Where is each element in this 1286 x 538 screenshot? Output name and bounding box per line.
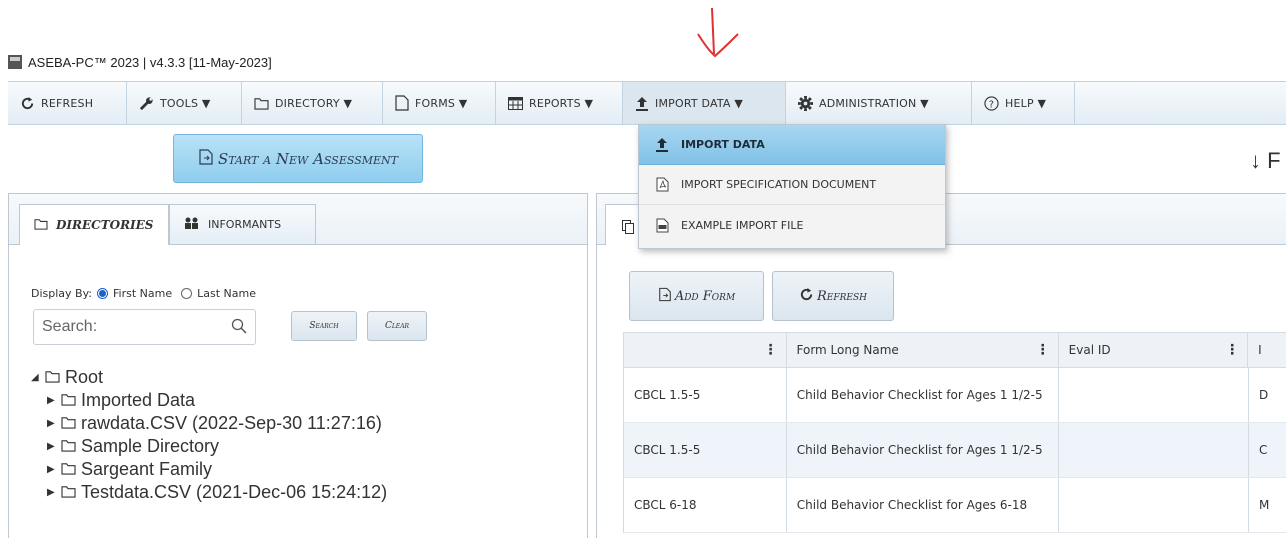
directories-panel: DIRECTORIES INFORMANTS Display By: First…	[8, 193, 588, 538]
collapsed-triangle-icon: ▶	[47, 464, 55, 475]
table-cell: CBCL 6-18	[624, 478, 787, 532]
menu-help[interactable]: ? HELP ▼	[972, 82, 1075, 124]
folder-icon	[34, 218, 48, 233]
search-button[interactable]: Search	[291, 311, 357, 341]
csv-icon	[655, 218, 669, 232]
import-data-dropdown: IMPORT DATA IMPORT SPECIFICATION DOCUMEN…	[638, 124, 946, 249]
folder-icon	[254, 97, 269, 110]
table-row[interactable]: CBCL 1.5-5 Child Behavior Checklist for …	[623, 423, 1286, 478]
tree-node[interactable]: ▶ Sargeant Family	[31, 458, 387, 481]
window-title: ASEBA-PC™ 2023 | v4.3.3 [11-May-2023]	[8, 52, 272, 72]
svg-text:?: ?	[989, 99, 994, 110]
tree-node[interactable]: ▶ Imported Data	[31, 389, 387, 412]
table-row[interactable]: CBCL 6-18 Child Behavior Checklist for A…	[623, 478, 1286, 533]
table-row[interactable]: CBCL 1.5-5 Child Behavior Checklist for …	[623, 368, 1286, 423]
table-cell: Child Behavior Checklist for Ages 1 1/2-…	[787, 368, 1060, 422]
cut-off-label: ↓ F	[1250, 148, 1281, 173]
tree-node[interactable]: ▶ Sample Directory	[31, 435, 387, 458]
table-cell: CBCL 1.5-5	[624, 368, 787, 422]
folder-icon	[61, 390, 76, 411]
column-header-eval-id[interactable]: Eval ID ⋮	[1059, 333, 1249, 367]
table-cell: Child Behavior Checklist for Ages 1 1/2-…	[787, 423, 1060, 477]
new-document-icon	[658, 287, 672, 306]
display-by-options: Display By: First Name Last Name	[31, 287, 256, 300]
new-document-icon	[198, 148, 214, 169]
menu-import-data[interactable]: IMPORT DATA ▼	[623, 82, 786, 124]
red-arrow-annotation	[697, 7, 739, 58]
gear-icon	[798, 95, 813, 111]
folder-icon	[45, 367, 60, 388]
folder-icon	[61, 459, 76, 480]
column-header[interactable]: ⋮	[624, 333, 787, 367]
document-icon	[395, 95, 409, 111]
clear-button[interactable]: Clear	[367, 311, 427, 341]
tree-node[interactable]: ▶ rawdata.CSV (2022-Sep-30 11:27:16)	[31, 412, 387, 435]
tree-node-root[interactable]: ◢ Root	[31, 366, 387, 389]
window-title-text: ASEBA-PC™ 2023 | v4.3.3 [11-May-2023]	[28, 54, 272, 70]
tab-informants[interactable]: INFORMANTS	[169, 204, 316, 244]
wrench-icon	[139, 96, 154, 111]
table-header: ⋮ Form Long Name ⋮ Eval ID ⋮ I	[623, 332, 1286, 368]
table-cell: C	[1259, 443, 1268, 457]
table-cell	[1059, 423, 1250, 477]
dropdown-import-spec-document[interactable]: IMPORT SPECIFICATION DOCUMENT	[639, 165, 945, 205]
table-cell: D	[1259, 388, 1269, 402]
menu-tools[interactable]: TOOLS ▼	[127, 82, 242, 124]
radio-first-name[interactable]	[97, 288, 109, 299]
search-input[interactable]: Search:	[33, 309, 256, 345]
column-header-cut[interactable]: I	[1248, 333, 1286, 367]
directory-tree: ◢ Root ▶ Imported Data ▶ rawdata.CSV (20…	[31, 366, 387, 504]
table-cell: M	[1259, 498, 1270, 512]
folder-icon	[61, 436, 76, 457]
table-cell	[1059, 368, 1250, 422]
table-cell	[1059, 478, 1250, 532]
menu-administration[interactable]: ADMINISTRATION ▼	[786, 82, 972, 124]
people-icon	[184, 217, 200, 232]
column-menu-icon[interactable]: ⋮	[764, 342, 778, 358]
column-header-form-long-name[interactable]: Form Long Name ⋮	[787, 333, 1059, 367]
copy-icon	[622, 219, 634, 238]
collapsed-triangle-icon: ▶	[47, 395, 55, 406]
column-menu-icon[interactable]: ⋮	[1036, 342, 1050, 358]
search-icon	[231, 318, 247, 339]
table-icon	[508, 96, 523, 110]
expanded-triangle-icon: ◢	[31, 372, 39, 383]
upload-icon	[655, 138, 669, 152]
menu-refresh[interactable]: REFRESH	[8, 82, 127, 124]
table-cell: Child Behavior Checklist for Ages 6-18	[787, 478, 1060, 532]
menu-forms[interactable]: FORMS ▼	[383, 82, 496, 124]
dropdown-import-data[interactable]: IMPORT DATA	[639, 125, 945, 165]
dropdown-example-import-file[interactable]: EXAMPLE IMPORT FILE	[639, 205, 945, 245]
folder-icon	[61, 413, 76, 434]
menu-reports[interactable]: REPORTS ▼	[496, 82, 623, 124]
tab-directories[interactable]: DIRECTORIES	[19, 204, 169, 245]
question-icon: ?	[984, 95, 999, 111]
collapsed-triangle-icon: ▶	[47, 487, 55, 498]
start-new-assessment-button[interactable]: Start a New Assessment	[173, 134, 423, 183]
column-menu-icon[interactable]: ⋮	[1225, 342, 1239, 358]
radio-last-name[interactable]	[181, 288, 193, 299]
add-form-button[interactable]: Add Form	[629, 271, 764, 321]
collapsed-triangle-icon: ▶	[47, 441, 55, 452]
table-cell: CBCL 1.5-5	[624, 423, 787, 477]
main-menubar: REFRESH TOOLS ▼ DIRECTORY ▼ FORMS ▼ REPO…	[8, 81, 1286, 125]
collapsed-triangle-icon: ▶	[47, 418, 55, 429]
refresh-icon	[799, 287, 814, 306]
app-icon	[8, 55, 22, 69]
upload-icon	[635, 96, 649, 111]
refresh-forms-button[interactable]: Refresh	[772, 271, 894, 321]
forms-table: ⋮ Form Long Name ⋮ Eval ID ⋮ I CBCL 1.5-…	[623, 332, 1286, 533]
menu-directory[interactable]: DIRECTORY ▼	[242, 82, 383, 124]
refresh-icon	[20, 96, 35, 111]
tree-node[interactable]: ▶ Testdata.CSV (2021-Dec-06 15:24:12)	[31, 481, 387, 504]
pdf-icon	[655, 177, 669, 192]
folder-icon	[61, 482, 76, 503]
left-tabbar: DIRECTORIES INFORMANTS	[9, 194, 587, 245]
